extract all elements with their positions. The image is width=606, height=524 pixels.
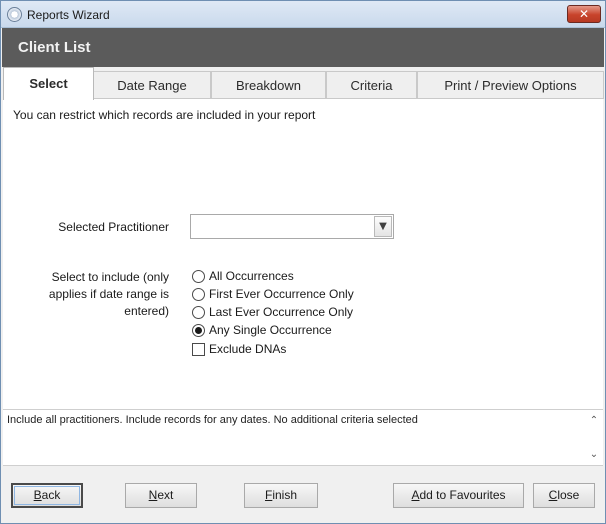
radio-label: Last Ever Occurrence Only bbox=[209, 305, 354, 319]
radio-label: All Occurrences bbox=[209, 269, 294, 283]
checkbox-label: Exclude DNAs bbox=[209, 342, 287, 356]
radio-label: First Ever Occurrence Only bbox=[209, 287, 354, 301]
tab-date-range[interactable]: Date Range bbox=[93, 71, 211, 99]
checkbox[interactable] bbox=[192, 343, 205, 356]
practitioner-label: Selected Practitioner bbox=[58, 220, 169, 234]
window-close-button[interactable]: ✕ bbox=[567, 5, 601, 23]
window-title: Reports Wizard bbox=[27, 8, 110, 22]
tab-strip: Select Date Range Breakdown Criteria Pri… bbox=[2, 67, 604, 100]
tab-print-preview-options[interactable]: Print / Preview Options bbox=[417, 71, 604, 99]
criteria-summary: Include all practitioners. Include recor… bbox=[3, 409, 603, 466]
tab-breakdown[interactable]: Breakdown bbox=[211, 71, 326, 99]
next-label-rest: ext bbox=[157, 488, 174, 502]
reports-wizard-window: Reports Wizard ✕ Client List Select Date… bbox=[0, 0, 606, 524]
intro-text: You can restrict which records are inclu… bbox=[13, 108, 316, 122]
radio-label: Any Single Occurrence bbox=[209, 323, 332, 337]
app-icon bbox=[7, 7, 22, 22]
page-title: Client List bbox=[18, 39, 91, 56]
select-panel: You can restrict which records are inclu… bbox=[3, 98, 603, 409]
radio-button[interactable] bbox=[192, 288, 205, 301]
title-bar: Reports Wizard ✕ bbox=[1, 1, 605, 28]
close-button[interactable]: Close bbox=[533, 483, 595, 508]
finish-label-rest: inish bbox=[272, 488, 298, 502]
radio-button-selected[interactable] bbox=[192, 324, 205, 337]
radio-button[interactable] bbox=[192, 306, 205, 319]
back-button[interactable]: Back bbox=[11, 483, 83, 508]
back-label-rest: ack bbox=[41, 488, 61, 502]
add-to-favourites-button[interactable]: Add to Favourites bbox=[393, 483, 524, 508]
radio-button[interactable] bbox=[192, 270, 205, 283]
chevron-down-icon[interactable]: ⌄ bbox=[588, 449, 600, 461]
chevron-down-icon[interactable]: ▼ bbox=[374, 216, 392, 237]
summary-text: Include all practitioners. Include recor… bbox=[7, 414, 418, 426]
add-favourites-label-rest: dd to Favourites bbox=[419, 488, 506, 502]
finish-button[interactable]: Finish bbox=[244, 483, 318, 508]
close-label-rest: lose bbox=[557, 488, 580, 502]
header-band: Client List bbox=[2, 28, 604, 67]
tab-criteria[interactable]: Criteria bbox=[326, 71, 417, 99]
next-button[interactable]: Next bbox=[125, 483, 197, 508]
chevron-up-icon[interactable]: ⌃ bbox=[588, 415, 600, 427]
back-mnemonic: B bbox=[33, 488, 42, 502]
practitioner-select[interactable]: ▼ bbox=[190, 214, 394, 239]
include-label: Select to include (only applies if date … bbox=[48, 270, 169, 318]
tab-select[interactable]: Select bbox=[3, 67, 94, 100]
